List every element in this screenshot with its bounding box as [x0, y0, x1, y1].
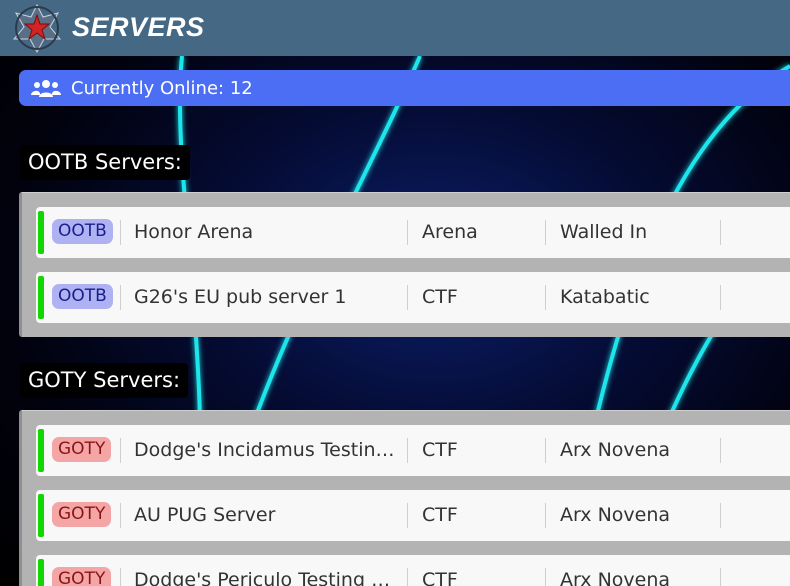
column-divider: [545, 503, 546, 528]
column-divider: [720, 568, 721, 586]
online-status-indicator: [38, 211, 44, 254]
column-divider: [120, 285, 121, 310]
game-mode: CTF: [422, 504, 458, 526]
column-divider: [407, 568, 408, 586]
map-name: Arx Novena: [560, 504, 671, 526]
column-divider: [545, 568, 546, 586]
page-title: SERVERS: [72, 12, 205, 42]
server-type-badge: GOTY: [52, 437, 112, 462]
map-name: Walled In: [560, 221, 648, 243]
app-header: SERVERS: [0, 0, 790, 56]
users-icon: [31, 80, 61, 97]
map-name: Arx Novena: [560, 439, 671, 461]
server-row[interactable]: OOTB G26's EU pub server 1 CTF Katabatic: [36, 272, 790, 323]
column-divider: [407, 438, 408, 463]
online-status-indicator: [38, 429, 44, 472]
game-mode: CTF: [422, 569, 458, 586]
column-divider: [120, 220, 121, 245]
section-title-ootb: OOTB Servers:: [20, 145, 190, 180]
map-name: Katabatic: [560, 286, 650, 308]
column-divider: [120, 438, 121, 463]
game-mode: CTF: [422, 439, 458, 461]
column-divider: [407, 503, 408, 528]
server-list-ootb: OOTB Honor Arena Arena Walled In OOTB G2…: [19, 192, 790, 337]
server-name: Dodge's Periculo Testing Server: [134, 569, 400, 586]
game-mode: Arena: [422, 221, 478, 243]
server-list-goty: GOTY Dodge's Incidamus Testing Server CT…: [19, 410, 790, 586]
star-emblem-icon: [12, 3, 62, 53]
column-divider: [720, 503, 721, 528]
column-divider: [545, 438, 546, 463]
server-row[interactable]: GOTY AU PUG Server CTF Arx Novena: [36, 490, 790, 541]
column-divider: [720, 220, 721, 245]
column-divider: [545, 285, 546, 310]
server-type-badge: OOTB: [52, 219, 113, 244]
server-name: G26's EU pub server 1: [134, 286, 347, 308]
online-count-banner: Currently Online: 12: [19, 70, 790, 106]
map-name: Arx Novena: [560, 569, 671, 586]
online-status-indicator: [38, 276, 44, 319]
column-divider: [545, 220, 546, 245]
column-divider: [720, 438, 721, 463]
server-row[interactable]: GOTY Dodge's Periculo Testing Server CTF…: [36, 555, 790, 586]
server-name: Dodge's Incidamus Testing Server: [134, 439, 400, 461]
section-title-goty: GOTY Servers:: [20, 363, 189, 398]
server-row[interactable]: OOTB Honor Arena Arena Walled In: [36, 207, 790, 258]
column-divider: [407, 285, 408, 310]
server-type-badge: OOTB: [52, 284, 113, 309]
server-name: Honor Arena: [134, 221, 254, 243]
game-mode: CTF: [422, 286, 458, 308]
server-name: AU PUG Server: [134, 504, 276, 526]
online-status-indicator: [38, 559, 44, 586]
column-divider: [720, 285, 721, 310]
column-divider: [120, 503, 121, 528]
online-count-text: Currently Online: 12: [71, 78, 253, 99]
server-row[interactable]: GOTY Dodge's Incidamus Testing Server CT…: [36, 425, 790, 476]
online-status-indicator: [38, 494, 44, 537]
column-divider: [120, 568, 121, 586]
server-type-badge: GOTY: [52, 502, 112, 527]
column-divider: [407, 220, 408, 245]
server-type-badge: GOTY: [52, 567, 112, 586]
